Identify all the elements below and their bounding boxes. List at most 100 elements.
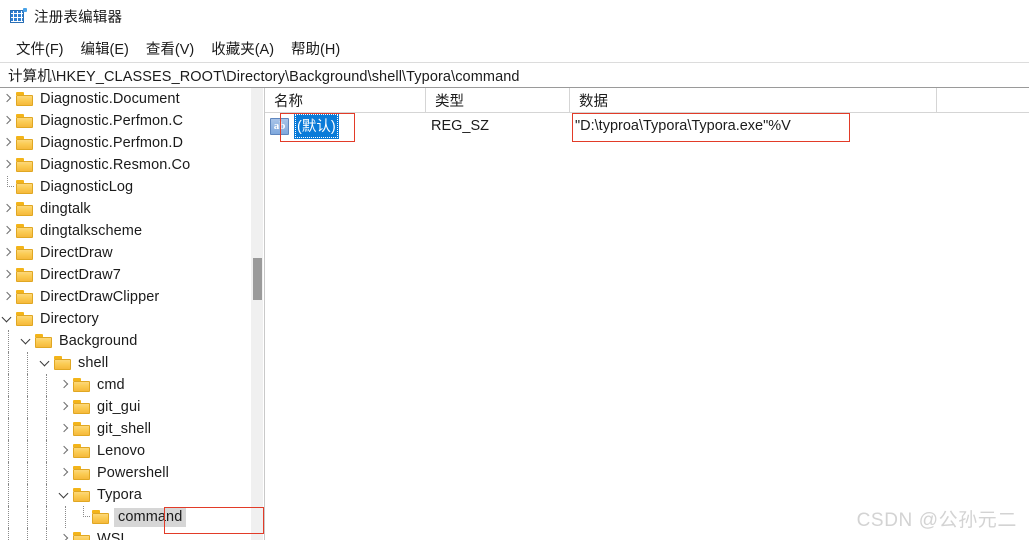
tree-indent-guide [0, 352, 19, 374]
chevron-right-icon[interactable] [0, 198, 16, 220]
tree-item-diagnostic-document[interactable]: Diagnostic.Document [0, 88, 252, 110]
value-type-cell: REG_SZ [431, 118, 490, 134]
value-name-label[interactable]: (默认) [294, 113, 339, 139]
tree-item-cmd[interactable]: cmd [0, 374, 252, 396]
column-header-type[interactable]: 类型 [426, 88, 570, 112]
tree-item-label: dingtalk [40, 201, 91, 217]
folder-icon [54, 356, 72, 370]
tree-item-dingtalk[interactable]: dingtalk [0, 198, 252, 220]
tree-item-directdraw7[interactable]: DirectDraw7 [0, 264, 252, 286]
tree-item-diagnostic-resmon-co[interactable]: Diagnostic.Resmon.Co [0, 154, 252, 176]
folder-icon [16, 180, 34, 194]
tree-item-typora[interactable]: Typora [0, 484, 252, 506]
chevron-down-icon[interactable] [57, 484, 73, 506]
tree-indent-guide [0, 330, 19, 352]
folder-icon [73, 444, 91, 458]
chevron-right-icon[interactable] [57, 374, 73, 396]
tree-indent-guide [57, 506, 76, 528]
tree-indent-guide [0, 374, 19, 396]
tree-item-diagnostic-perfmon-d[interactable]: Diagnostic.Perfmon.D [0, 132, 252, 154]
tree-item-label: DirectDrawClipper [40, 289, 160, 305]
tree-item-powershell[interactable]: Powershell [0, 462, 252, 484]
tree-indent-guide [38, 396, 57, 418]
tree-indent-guide [19, 418, 38, 440]
tree-item-directdraw[interactable]: DirectDraw [0, 242, 252, 264]
column-header-empty[interactable] [937, 88, 1029, 112]
chevron-down-icon[interactable] [38, 352, 54, 374]
folder-icon [92, 510, 110, 524]
tree-item-git-gui[interactable]: git_gui [0, 396, 252, 418]
registry-values-pane[interactable]: 名称 类型 数据 ab (默认) REG_SZ "D:\typroa\Typor… [265, 88, 1029, 540]
chevron-right-icon[interactable] [0, 220, 16, 242]
tree-indent-guide [19, 374, 38, 396]
csdn-watermark: CSDN @公孙元二 [856, 510, 1017, 531]
chevron-right-icon[interactable] [57, 418, 73, 440]
folder-icon [16, 268, 34, 282]
tree-item-git-shell[interactable]: git_shell [0, 418, 252, 440]
tree-vertical-scrollbar[interactable] [251, 88, 263, 540]
menu-item-help[interactable]: 帮助(H) [283, 36, 349, 61]
tree-indent-guide [38, 440, 57, 462]
ab-string-value-icon: ab [270, 117, 289, 135]
tree-indent-guide [19, 440, 38, 462]
folder-icon [16, 158, 34, 172]
chevron-right-icon[interactable] [57, 440, 73, 462]
chevron-right-icon[interactable] [0, 264, 16, 286]
column-header-data[interactable]: 数据 [570, 88, 937, 112]
tree-item-command[interactable]: command [0, 506, 252, 528]
tree-indent-guide [19, 528, 38, 540]
menu-item-favorites[interactable]: 收藏夹(A) [203, 36, 283, 61]
tree-item-label: Diagnostic.Perfmon.C [40, 113, 184, 129]
tree-item-diagnosticlog[interactable]: DiagnosticLog [0, 176, 252, 198]
menu-item-view[interactable]: 查看(V) [138, 36, 203, 61]
tree-item-directory[interactable]: Directory [0, 308, 252, 330]
title-bar: 注册表编辑器 [0, 0, 1029, 32]
chevron-right-icon[interactable] [57, 462, 73, 484]
tree-item-shell[interactable]: shell [0, 352, 252, 374]
registry-tree-pane[interactable]: Diagnostic.Document Diagnostic.Perfmon.C D… [0, 88, 266, 540]
menu-item-file[interactable]: 文件(F) [8, 36, 73, 61]
main-content: Diagnostic.Document Diagnostic.Perfmon.C D… [0, 88, 1029, 540]
column-header-name[interactable]: 名称 [265, 88, 426, 112]
tree-item-label: git_shell [97, 421, 152, 437]
chevron-right-icon[interactable] [57, 396, 73, 418]
tree-item-label: Typora [97, 487, 142, 503]
tree-item-wsl[interactable]: WSL [0, 528, 252, 540]
tree-leaf-connector-icon [76, 506, 92, 528]
table-row[interactable]: ab (默认) REG_SZ "D:\typroa\Typora\Typora.… [265, 112, 1029, 140]
address-bar[interactable]: 计算机\HKEY_CLASSES_ROOT\Directory\Backgrou… [0, 62, 1029, 88]
tree-item-label: Diagnostic.Document [40, 91, 180, 107]
chevron-right-icon[interactable] [0, 154, 16, 176]
tree-item-dingtalkscheme[interactable]: dingtalkscheme [0, 220, 252, 242]
registry-tree-list[interactable]: Diagnostic.Document Diagnostic.Perfmon.C D… [0, 88, 252, 540]
tree-item-diagnostic-perfmon-c[interactable]: Diagnostic.Perfmon.C [0, 110, 252, 132]
chevron-right-icon[interactable] [0, 286, 16, 308]
folder-icon [16, 114, 34, 128]
folder-icon [73, 466, 91, 480]
tree-item-label: cmd [97, 377, 125, 393]
chevron-right-icon[interactable] [0, 242, 16, 264]
chevron-right-icon[interactable] [0, 88, 16, 110]
tree-item-label: git_gui [97, 399, 141, 415]
tree-indent-guide [38, 506, 57, 528]
chevron-down-icon[interactable] [19, 330, 35, 352]
chevron-right-icon[interactable] [0, 110, 16, 132]
chevron-right-icon[interactable] [0, 132, 16, 154]
value-data-cell: "D:\typroa\Typora\Typora.exe"%V [575, 118, 791, 134]
tree-item-label: Background [59, 333, 138, 349]
chevron-right-icon[interactable] [57, 528, 73, 540]
tree-scrollbar-thumb[interactable] [253, 258, 262, 300]
folder-icon [73, 378, 91, 392]
tree-item-directdrawclipper[interactable]: DirectDrawClipper [0, 286, 252, 308]
tree-item-lenovo[interactable]: Lenovo [0, 440, 252, 462]
tree-item-label: DirectDraw [40, 245, 113, 261]
folder-icon [73, 422, 91, 436]
registry-editor-window: 注册表编辑器 文件(F) 编辑(E) 查看(V) 收藏夹(A) 帮助(H) 计算… [0, 0, 1029, 540]
value-name-cell[interactable]: ab (默认) [270, 113, 339, 139]
tree-indent-guide [0, 484, 19, 506]
tree-indent-guide [0, 440, 19, 462]
registry-grid-icon [10, 8, 27, 24]
tree-item-background[interactable]: Background [0, 330, 252, 352]
chevron-down-icon[interactable] [0, 308, 16, 330]
menu-item-edit[interactable]: 编辑(E) [73, 36, 138, 61]
